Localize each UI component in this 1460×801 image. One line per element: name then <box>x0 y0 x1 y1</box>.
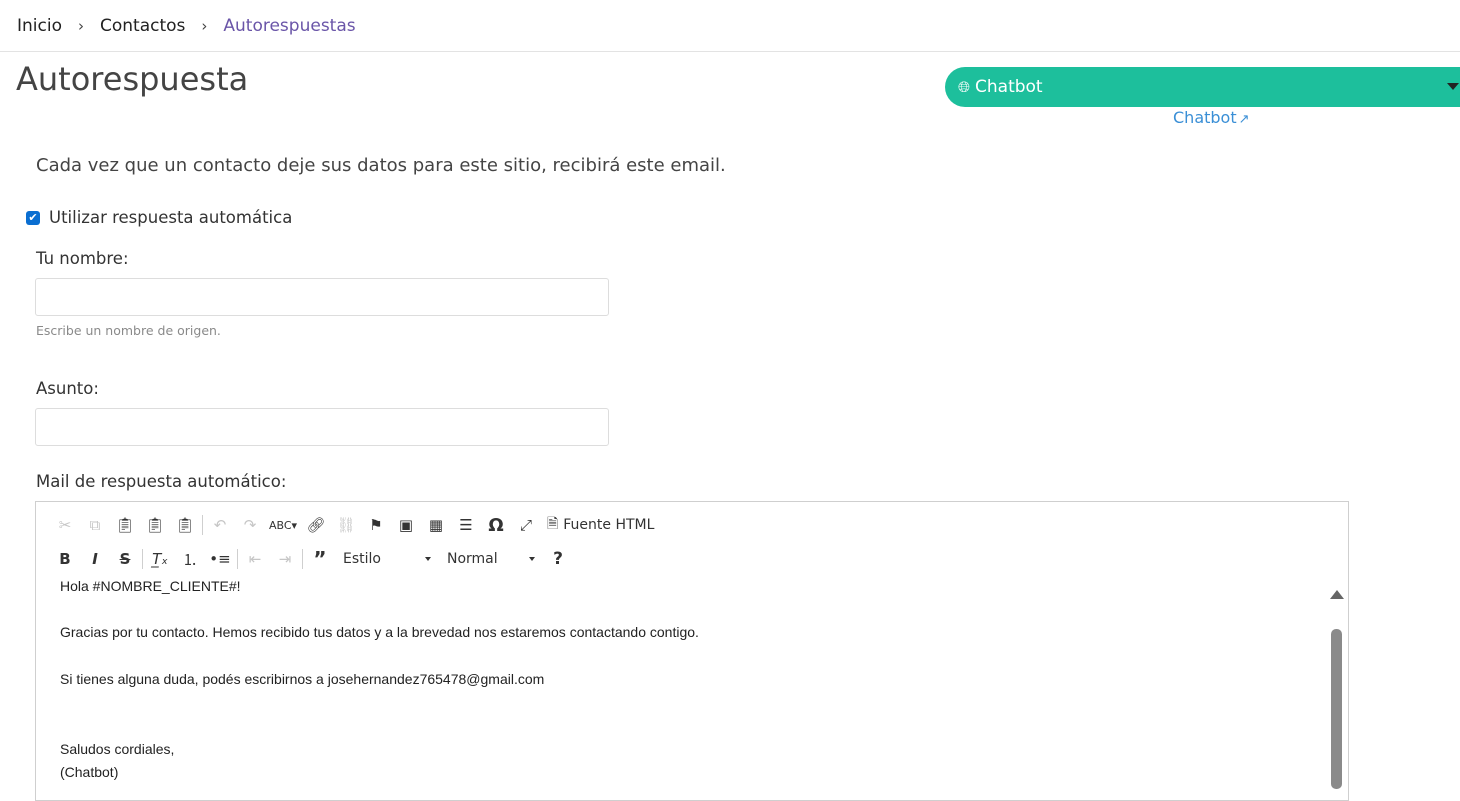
remove-format-icon[interactable]: T̲ₓ <box>145 546 175 572</box>
help-icon[interactable]: ? <box>543 546 573 572</box>
scroll-up-arrow[interactable] <box>1330 590 1344 599</box>
toolbar-separator <box>202 515 203 535</box>
undo-icon[interactable]: ↶ <box>205 512 235 538</box>
bold-icon[interactable]: B <box>50 546 80 572</box>
spellcheck-icon[interactable]: ABC▾ <box>265 512 301 538</box>
name-help: Escribe un nombre de origen. <box>36 323 221 338</box>
numbered-list-icon[interactable]: ⒈ <box>175 546 205 572</box>
toolbar-row-2: B I S T̲ₓ ⒈ •≡ ⇤ ⇥ ” Estilo Normal ? <box>50 544 573 574</box>
anchor-icon[interactable]: ⚑ <box>361 512 391 538</box>
scrollbar-thumb[interactable] <box>1331 629 1342 789</box>
style-dropdown[interactable]: Estilo <box>335 546 439 572</box>
table-icon[interactable]: ▦ <box>421 512 451 538</box>
site-link[interactable]: Chatbot ↗ <box>1173 108 1250 127</box>
unlink-icon[interactable]: ⛓ <box>331 512 361 538</box>
caret-down-icon <box>1447 83 1459 90</box>
redo-icon[interactable]: ↷ <box>235 512 265 538</box>
style-dropdown-label: Estilo <box>343 551 381 567</box>
chevron-right-icon: › <box>77 16 84 35</box>
toolbar-separator <box>302 549 303 569</box>
special-char-icon[interactable]: Ω <box>481 512 511 538</box>
chevron-down-icon <box>529 557 535 561</box>
copy-icon[interactable]: ⧉ <box>80 512 110 538</box>
horizontal-line-icon[interactable]: ☰ <box>451 512 481 538</box>
toolbar-separator <box>237 549 238 569</box>
toolbar-separator <box>142 549 143 569</box>
outdent-icon[interactable]: ⇤ <box>240 546 270 572</box>
source-icon: 🗎︎ <box>547 516 559 532</box>
name-label: Tu nombre: <box>36 249 129 268</box>
source-label: Fuente HTML <box>563 517 655 533</box>
bulleted-list-icon[interactable]: •≡ <box>205 546 235 572</box>
globe-icon: 🌐︎ <box>958 78 971 96</box>
cut-icon[interactable]: ✂ <box>50 512 80 538</box>
format-dropdown[interactable]: Normal <box>439 546 543 572</box>
breadcrumb: Inicio › Contactos › Autorespuestas <box>0 0 1460 52</box>
content-greeting: Hola #NOMBRE_CLIENTE#! <box>60 578 241 594</box>
source-button[interactable]: 🗎︎ Fuente HTML <box>547 513 654 537</box>
auto-reply-checkbox[interactable]: ✔ <box>26 210 40 225</box>
toolbar-row-1: ✂ ⧉ 📋︎ 📋︎ 📋︎ ↶ ↷ ABC▾ 🔗︎ ⛓ ⚑ ▣ ▦ ☰ Ω ⤢ 🗎… <box>50 510 655 540</box>
breadcrumb-current[interactable]: Autorespuestas <box>223 16 355 36</box>
maximize-icon[interactable]: ⤢ <box>511 512 541 538</box>
site-selector[interactable]: 🌐︎ Chatbot <box>945 67 1460 107</box>
blockquote-icon[interactable]: ” <box>305 546 335 572</box>
paste-text-icon[interactable]: 📋︎ <box>140 512 170 538</box>
breadcrumb-home[interactable]: Inicio <box>17 16 62 36</box>
image-icon[interactable]: ▣ <box>391 512 421 538</box>
content-signature: (Chatbot) <box>60 764 119 780</box>
mail-label: Mail de respuesta automático: <box>36 472 287 491</box>
indent-icon[interactable]: ⇥ <box>270 546 300 572</box>
chevron-down-icon <box>425 557 431 561</box>
subject-label: Asunto: <box>36 379 99 398</box>
auto-reply-label: Utilizar respuesta automática <box>49 208 293 227</box>
format-dropdown-label: Normal <box>447 551 498 567</box>
paste-word-icon[interactable]: 📋︎ <box>170 512 200 538</box>
external-link-icon: ↗ <box>1238 112 1250 127</box>
content-line-2: Si tienes alguna duda, podés escribirnos… <box>60 671 545 687</box>
name-input[interactable] <box>35 278 609 316</box>
intro-text: Cada vez que un contacto deje sus datos … <box>36 155 726 176</box>
rich-text-editor[interactable]: ✂ ⧉ 📋︎ 📋︎ 📋︎ ↶ ↷ ABC▾ 🔗︎ ⛓ ⚑ ▣ ▦ ☰ Ω ⤢ 🗎… <box>35 501 1349 801</box>
auto-reply-option[interactable]: ✔ Utilizar respuesta automática <box>26 208 292 227</box>
italic-icon[interactable]: I <box>80 546 110 572</box>
site-link-label[interactable]: Chatbot <box>1173 108 1237 127</box>
chevron-right-icon: › <box>201 16 208 35</box>
page-title: Autorespuesta <box>16 60 249 98</box>
strikethrough-icon[interactable]: S <box>110 546 140 572</box>
link-icon[interactable]: 🔗︎ <box>301 512 331 538</box>
breadcrumb-contacts[interactable]: Contactos <box>100 16 185 36</box>
content-closing: Saludos cordiales, <box>60 741 175 757</box>
content-line-1: Gracias por tu contacto. Hemos recibido … <box>60 624 699 640</box>
subject-input[interactable] <box>35 408 609 446</box>
site-selector-label: Chatbot <box>975 77 1043 97</box>
paste-icon[interactable]: 📋︎ <box>110 512 140 538</box>
